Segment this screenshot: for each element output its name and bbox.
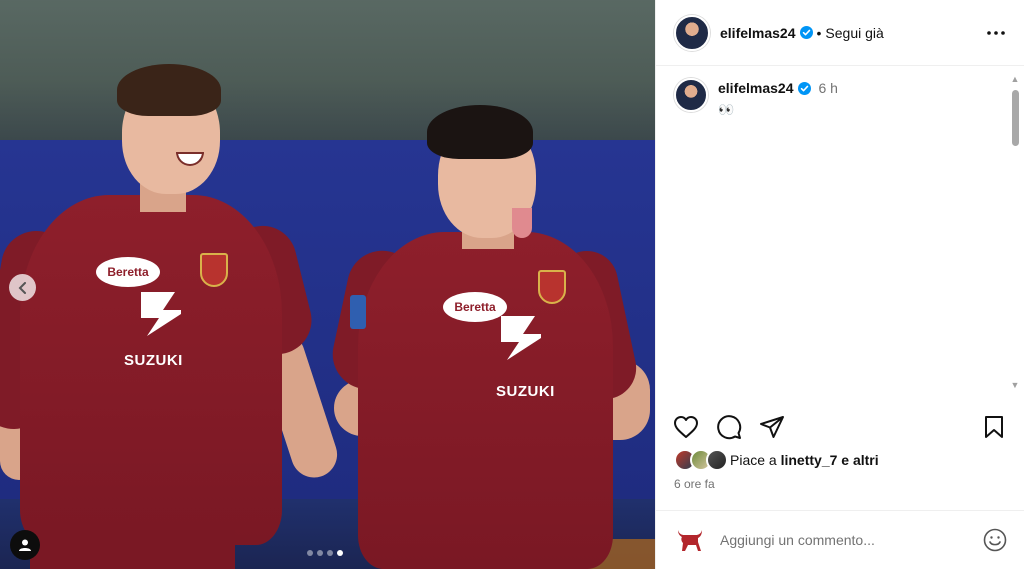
likes-others[interactable]: e altri [841,452,878,468]
caption-username[interactable]: elifelmas24 [718,80,794,96]
more-options-icon [987,30,1005,35]
scrollbar[interactable]: ▲ ▼ [1010,74,1020,394]
comments-area: elifelmas24 6 h 👀 [656,66,1024,396]
player-left-suzuki-logo [141,292,181,336]
post-time-ago[interactable]: 6 ore fa [674,477,715,491]
player-left-jersey [20,195,282,545]
carousel-dot [307,550,313,556]
like-button[interactable] [672,413,700,441]
share-icon [760,416,784,438]
caption-body: elifelmas24 6 h 👀 [718,78,838,118]
emoji-icon [983,528,1007,552]
player-right-crest [538,270,566,304]
author-username[interactable]: elifelmas24 [720,25,796,41]
heart-icon [674,416,698,438]
save-button[interactable] [980,413,1008,441]
emoji-button[interactable] [982,527,1008,553]
caption-avatar[interactable] [674,78,708,112]
player-right-tongue [512,208,532,238]
scrollbar-thumb[interactable] [1012,90,1019,146]
player-right-hair [427,105,533,159]
chevron-left-icon [18,281,26,294]
player-right-suzuki-logo [501,316,541,360]
carousel-prev-button[interactable] [9,274,36,301]
comment-icon [717,415,742,440]
liker-avatars[interactable] [674,449,728,471]
caption-text: 👀 [718,102,735,117]
player-left-suzuki-text: SUZUKI [124,352,183,369]
viewer-avatar [674,524,706,556]
carousel-indicator [307,550,343,556]
bull-avatar-icon [678,530,702,551]
following-button[interactable]: Segui già [825,25,883,41]
post-viewer: Beretta SUZUKI Beretta SUZUKI elifelmas2… [0,0,1024,569]
player-left: Beretta SUZUKI [0,0,344,569]
more-options-button[interactable] [984,21,1008,45]
carousel-dot-active [337,550,343,556]
player-right-jersey [358,232,613,569]
serie-a-badge [350,295,366,329]
player-left-shorts [30,530,235,569]
caption: elifelmas24 6 h 👀 [674,78,1006,118]
player-left-sponsor: Beretta [96,257,160,287]
caption-time[interactable]: 6 h [819,80,838,96]
player-right-suzuki-text: SUZUKI [496,383,555,400]
bookmark-icon [985,416,1003,438]
user-tag-button[interactable] [10,530,40,560]
verified-icon [799,26,813,39]
caption-meta: elifelmas24 6 h [718,80,838,96]
author-avatar[interactable] [674,14,710,51]
liker-avatar[interactable] [706,449,728,471]
scroll-up-arrow[interactable]: ▲ [1010,74,1020,84]
comment-composer [656,510,1024,569]
comment-button[interactable] [715,413,743,441]
share-button[interactable] [758,413,786,441]
player-right: Beretta SUZUKI [326,0,655,569]
comment-input[interactable] [720,532,950,548]
likes-summary: Piace a linetty_7 e altri [674,449,879,471]
player-left-hair [117,64,221,116]
carousel-dot [317,550,323,556]
verified-icon [797,81,811,95]
likes-prefix: Piace a [730,452,777,468]
player-left-crest [200,253,228,287]
post-actions [672,410,1008,444]
post-header: elifelmas24 • Segui già [656,0,1024,66]
carousel-dot [327,550,333,556]
user-tag-icon [19,539,31,551]
scroll-down-arrow[interactable]: ▼ [1010,380,1020,390]
liker-username[interactable]: linetty_7 [781,452,838,468]
header-separator: • [816,24,822,41]
post-side-panel: elifelmas24 • Segui già elifelmas24 6 h … [655,0,1024,569]
post-photo[interactable]: Beretta SUZUKI Beretta SUZUKI [0,0,655,569]
